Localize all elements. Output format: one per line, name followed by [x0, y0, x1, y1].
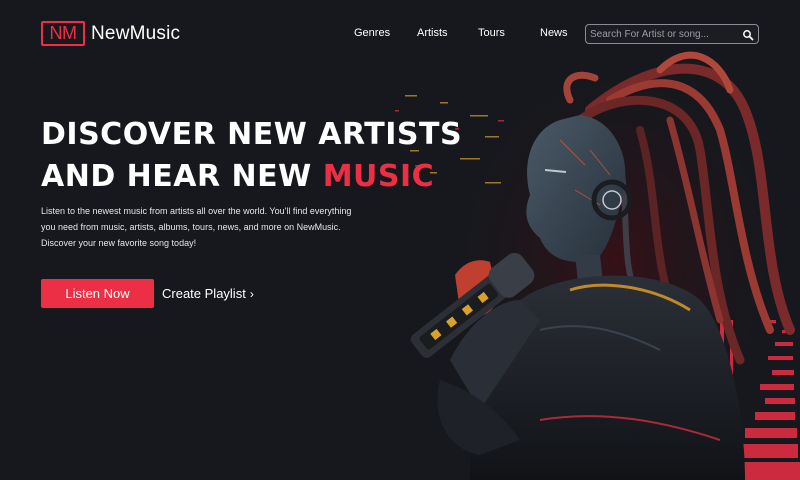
chevron-right-icon: › [249, 287, 254, 301]
landing-page: NM NewMusic Genres Artists Tours News DI… [0, 0, 800, 480]
headline-accent-word: MUSIC [322, 159, 435, 194]
search-icon[interactable] [742, 28, 754, 41]
site-header: NM NewMusic Genres Artists Tours News [0, 0, 800, 68]
nav-link-news[interactable]: News [540, 27, 568, 39]
headline-line-2: AND HEAR NEW MUSIC [41, 156, 462, 198]
headline-line-2-prefix: AND HEAR NEW [41, 159, 312, 194]
nav-link-genres[interactable]: Genres [354, 27, 390, 39]
nav-link-tours[interactable]: Tours [478, 27, 505, 39]
create-playlist-link[interactable]: Create Playlist › [162, 286, 254, 301]
headline-line-1: DISCOVER NEW ARTISTS [41, 117, 463, 152]
search-box [585, 24, 759, 44]
create-playlist-label: Create Playlist [162, 286, 246, 301]
search-input[interactable] [590, 27, 740, 41]
nav-link-artists[interactable]: Artists [417, 27, 448, 39]
hero-description: Listen to the newest music from artists … [41, 206, 352, 248]
hero-headline: DISCOVER NEW ARTISTS AND HEAR NEW MUSIC [41, 114, 462, 198]
listen-now-button[interactable]: Listen Now [41, 279, 154, 308]
